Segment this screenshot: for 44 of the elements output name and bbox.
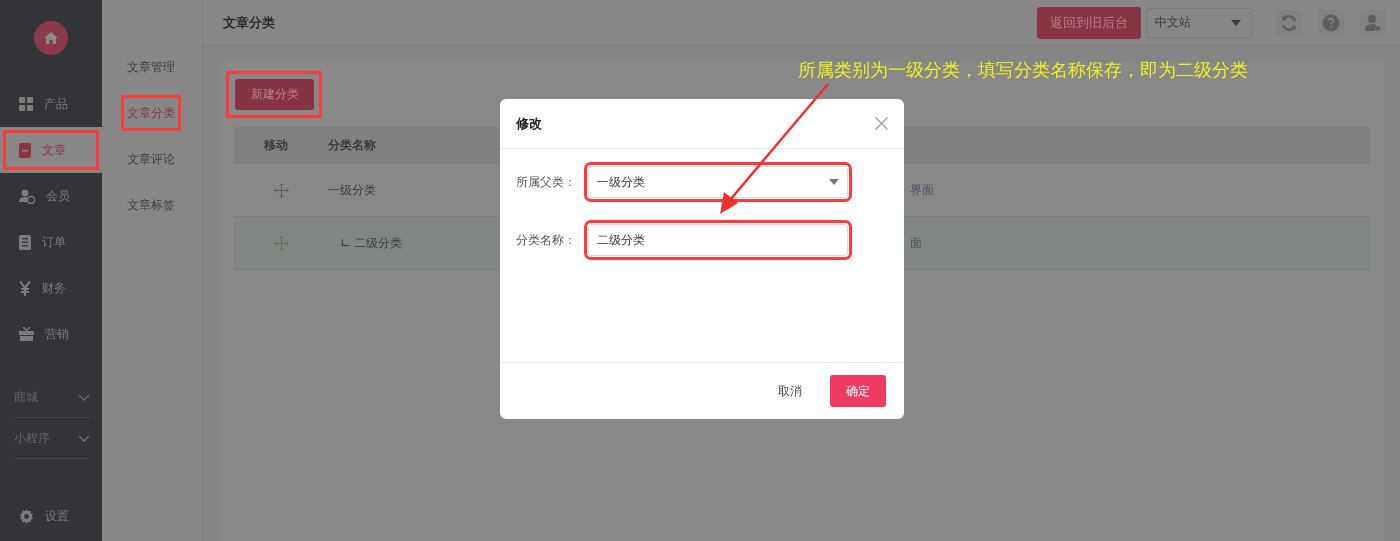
- sidebar-item[interactable]: 订单: [0, 219, 102, 265]
- list-icon: [19, 234, 31, 250]
- sidebar-item[interactable]: 营销: [0, 311, 102, 357]
- new-category-button[interactable]: 新建分类: [235, 79, 314, 110]
- sidebar-item[interactable]: 文章: [0, 127, 102, 173]
- refresh-icon[interactable]: [1276, 9, 1302, 36]
- sidebar-item[interactable]: 会员: [0, 173, 102, 219]
- dialog-title: 修改: [516, 114, 542, 133]
- user-icon[interactable]: [1360, 9, 1386, 36]
- page-title: 文章分类: [223, 13, 275, 32]
- chevron-down-icon: [78, 434, 90, 442]
- annotation-text: 所属类别为一级分类，填写分类名称保存，即为二级分类: [798, 58, 1248, 82]
- table-cell: 界面: [910, 181, 934, 199]
- grid-icon: [19, 97, 33, 111]
- chevron-down-icon: [78, 393, 90, 401]
- submenu-item[interactable]: 文章评论: [121, 141, 181, 177]
- confirm-button[interactable]: 确定: [830, 375, 886, 407]
- caret-icon: [1231, 19, 1241, 26]
- move-icon[interactable]: [273, 235, 289, 251]
- column-header: 分类名称: [328, 136, 377, 154]
- settings-icon: [19, 508, 34, 524]
- field-label: 所属父类：: [516, 173, 577, 191]
- caret-icon: [829, 179, 839, 185]
- sidebar-item[interactable]: 财务: [0, 265, 102, 311]
- field-label: 分类名称：: [516, 231, 577, 249]
- home-icon[interactable]: [34, 21, 68, 55]
- back-button[interactable]: 返回到旧后台: [1037, 6, 1141, 39]
- cancel-button[interactable]: 取消: [768, 376, 812, 406]
- document-icon: [19, 142, 31, 158]
- column-header: 移动: [263, 136, 289, 154]
- submenu-item[interactable]: 文章分类: [121, 95, 181, 131]
- gift-icon: [19, 327, 34, 341]
- submenu-item[interactable]: 文章管理: [121, 49, 181, 85]
- settings-item[interactable]: 设置: [0, 493, 102, 539]
- close-icon[interactable]: [875, 117, 888, 130]
- submenu-item[interactable]: 文章标签: [121, 187, 181, 223]
- sidebar-item[interactable]: 产品: [0, 81, 102, 127]
- help-icon[interactable]: [1318, 9, 1344, 36]
- site-select[interactable]: 中文站: [1146, 7, 1252, 38]
- table-cell-text: 一级分类: [328, 181, 377, 199]
- move-icon[interactable]: [273, 182, 289, 198]
- yen-icon: [19, 280, 31, 296]
- table-cell-text: ∟ 二级分类: [339, 234, 403, 252]
- user-check-icon: [19, 188, 35, 204]
